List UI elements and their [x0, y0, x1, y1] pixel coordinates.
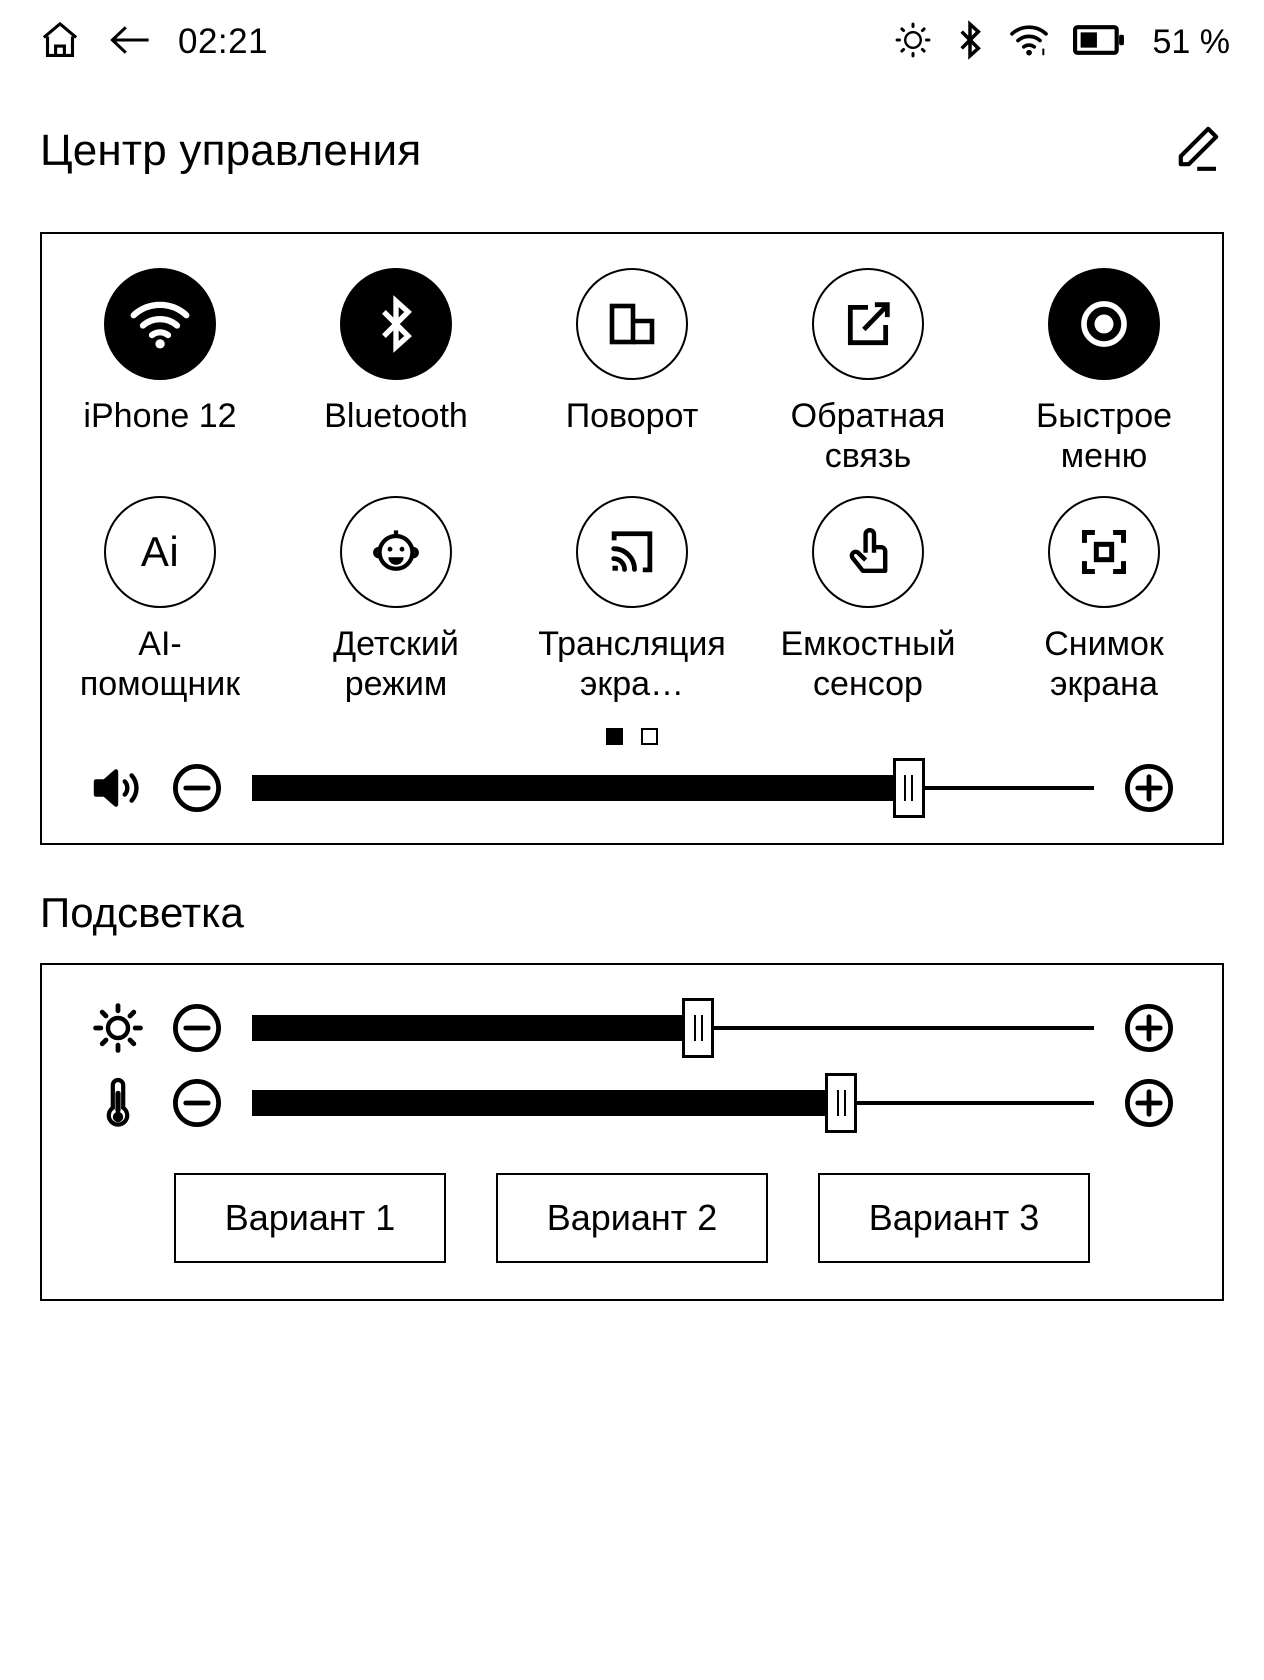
quick-tile-label: Трансляция экра…	[538, 625, 726, 704]
quick-tile-child-mode[interactable]: Детский режим	[278, 488, 514, 710]
status-bar-right: 51 %	[895, 19, 1231, 65]
brightness-slider[interactable]	[252, 998, 1094, 1059]
quick-tile-ai-assistant[interactable]: Ai AI-помощник	[42, 488, 278, 710]
quick-tile-bluetooth[interactable]: Bluetooth	[278, 260, 514, 482]
thermometer-icon	[78, 1075, 158, 1131]
back-arrow-icon[interactable]	[108, 20, 152, 65]
volume-slider-thumb[interactable]	[892, 758, 925, 819]
variant-2-button[interactable]: Вариант 2	[496, 1173, 768, 1264]
variant-3-button[interactable]: Вариант 3	[818, 1173, 1090, 1264]
speaker-volume-icon	[78, 763, 158, 813]
volume-minus-button[interactable]	[158, 761, 236, 815]
quick-tile-feedback[interactable]: Обратная связь	[750, 260, 986, 482]
brightness-plus-button[interactable]	[1110, 1001, 1188, 1055]
backlight-heading: Подсветка	[40, 889, 244, 937]
quick-settings-card: iPhone 12 Bluetooth Поворот Обратная свя…	[40, 232, 1224, 846]
feedback-icon	[812, 268, 924, 380]
volume-plus-button[interactable]	[1110, 761, 1188, 815]
backlight-card: Вариант 1 Вариант 2 Вариант 3	[40, 963, 1224, 1302]
battery-percent-label: 51 %	[1152, 22, 1231, 61]
brightness-slider-thumb[interactable]	[682, 998, 715, 1059]
quick-tile-label: iPhone 12	[83, 397, 237, 435]
touch-hand-icon	[812, 496, 924, 609]
screenshot-icon	[1048, 496, 1160, 609]
volume-slider-row	[42, 751, 1222, 825]
bluetooth-icon	[955, 19, 985, 65]
volume-track-fill	[252, 775, 909, 802]
quick-tile-screencast[interactable]: Трансляция экра…	[514, 488, 750, 710]
warmth-plus-button[interactable]	[1110, 1076, 1188, 1130]
brightness-track-fill	[252, 1015, 699, 1042]
brightness-icon	[895, 22, 931, 63]
warmth-minus-button[interactable]	[158, 1076, 236, 1130]
variant-1-button[interactable]: Вариант 1	[174, 1173, 446, 1264]
quick-tile-wifi[interactable]: iPhone 12	[42, 260, 278, 482]
quick-tile-label: Поворот	[565, 397, 699, 435]
pencil-edit-icon	[1170, 126, 1222, 179]
quick-tile-touch-sensor[interactable]: Емкостный сенсор	[750, 488, 986, 710]
page-dot-active[interactable]	[606, 728, 623, 746]
ai-icon-text: Ai	[140, 528, 180, 576]
page-indicator	[42, 728, 1222, 746]
ai-assistant-icon: Ai	[104, 496, 216, 609]
status-bar: 02:21 51 %	[0, 0, 1264, 84]
quick-tile-label: Быстрое меню	[1035, 397, 1173, 476]
quick-tile-label: Емкостный сенсор	[780, 625, 956, 704]
warmth-track-fill	[252, 1090, 842, 1117]
brightness-slider-row	[42, 991, 1222, 1065]
warmth-slider-thumb[interactable]	[825, 1073, 858, 1134]
quick-tile-label: Снимок экрана	[1044, 625, 1164, 704]
status-bar-time: 02:21	[178, 22, 269, 61]
backlight-variants: Вариант 1 Вариант 2 Вариант 3	[42, 1141, 1222, 1269]
warmth-slider-row	[42, 1065, 1222, 1141]
page-dot[interactable]	[641, 728, 658, 746]
child-mode-icon	[340, 496, 452, 609]
page-header: Центр управления	[0, 84, 1264, 196]
quick-menu-icon	[1048, 268, 1160, 380]
quick-tile-label: Детский режим	[333, 625, 459, 704]
battery-icon	[1072, 23, 1125, 62]
status-bar-left: 02:21	[38, 18, 268, 67]
wifi-icon	[1009, 22, 1049, 63]
edit-button[interactable]	[1164, 117, 1228, 186]
quick-tile-label: AI-помощник	[79, 625, 241, 704]
bluetooth-icon	[340, 268, 452, 380]
quick-tile-label: Обратная связь	[790, 397, 946, 476]
volume-slider[interactable]	[252, 758, 1094, 819]
wifi-icon	[104, 268, 216, 380]
quick-tile-screenshot[interactable]: Снимок экрана	[986, 488, 1222, 710]
rotation-icon	[576, 268, 688, 380]
home-icon[interactable]	[38, 18, 82, 67]
quick-tile-rotation[interactable]: Поворот	[514, 260, 750, 482]
screencast-icon	[576, 496, 688, 609]
quick-settings-grid: iPhone 12 Bluetooth Поворот Обратная свя…	[42, 260, 1222, 710]
brightness-minus-button[interactable]	[158, 1001, 236, 1055]
brightness-sun-icon	[78, 1002, 158, 1054]
warmth-slider[interactable]	[252, 1073, 1094, 1134]
quick-tile-label: Bluetooth	[324, 397, 468, 435]
quick-tile-quick-menu[interactable]: Быстрое меню	[986, 260, 1222, 482]
page-title: Центр управления	[40, 126, 422, 175]
